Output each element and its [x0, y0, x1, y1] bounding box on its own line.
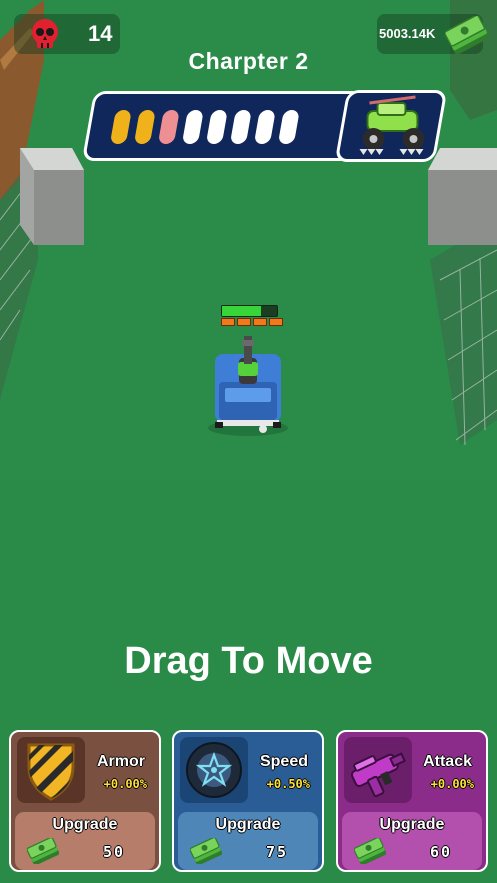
attack-icon-box	[344, 737, 412, 803]
speed-upgrade-label: Upgrade	[215, 816, 281, 833]
armor-upgrade-label: Upgrade	[52, 816, 118, 833]
ammo-pip	[237, 318, 251, 326]
speed-label: Speed	[259, 753, 308, 770]
armor-upgrade-card: Armor +0.00% Upgrade 50	[9, 730, 161, 872]
wave-segment	[181, 110, 204, 144]
armor-price: 50	[102, 843, 125, 861]
attack-upgrade-label: Upgrade	[379, 816, 445, 833]
speed-price: 75	[265, 843, 288, 861]
speed-upgrade-card: Speed +0.50% Upgrade 75	[172, 730, 324, 872]
wave-segments	[109, 110, 300, 144]
wave-segment	[277, 110, 300, 144]
armor-label: Armor	[96, 753, 145, 770]
wave-segment	[253, 110, 276, 144]
skull-icon	[32, 19, 58, 48]
player-car[interactable]	[205, 332, 291, 434]
cash-amount: 5003.14K	[379, 26, 436, 41]
wave-progress-bar	[81, 91, 365, 161]
speed-icon-box	[180, 737, 248, 803]
ammo-pip	[221, 318, 235, 326]
money-icon	[27, 838, 59, 864]
wave-segment	[229, 110, 252, 144]
player-health-bar	[221, 305, 278, 317]
monster-truck-icon	[359, 95, 425, 155]
ammo-pip	[253, 318, 267, 326]
boss-preview	[334, 90, 448, 162]
money-icon	[354, 838, 386, 864]
wheel-icon	[186, 742, 242, 798]
speed-bonus: +0.50%	[266, 777, 310, 791]
shield-icon	[27, 743, 75, 801]
player-ammo-pips	[221, 318, 283, 326]
wave-segment	[109, 110, 132, 144]
money-icon	[190, 838, 222, 864]
armor-icon-box	[17, 737, 85, 803]
wave-segment	[133, 110, 156, 144]
speed-upgrade-button[interactable]: Upgrade 75	[178, 812, 318, 870]
attack-bonus: +0.00%	[430, 777, 474, 791]
attack-upgrade-button[interactable]: Upgrade 60	[342, 812, 482, 870]
drag-to-move-hint: Drag To Move	[124, 640, 373, 682]
kill-count: 14	[88, 21, 113, 46]
blaster-gun-icon	[350, 752, 406, 798]
wave-segment	[205, 110, 228, 144]
ammo-pip	[269, 318, 283, 326]
attack-upgrade-card: Attack +0.00% Upgrade 60	[336, 730, 488, 872]
attack-price: 60	[429, 843, 452, 861]
armor-upgrade-button[interactable]: Upgrade 50	[15, 812, 155, 870]
chapter-title: Charpter 2	[188, 48, 309, 74]
wave-segment	[157, 110, 180, 144]
attack-label: Attack	[423, 753, 472, 770]
armor-bonus: +0.00%	[103, 777, 147, 791]
